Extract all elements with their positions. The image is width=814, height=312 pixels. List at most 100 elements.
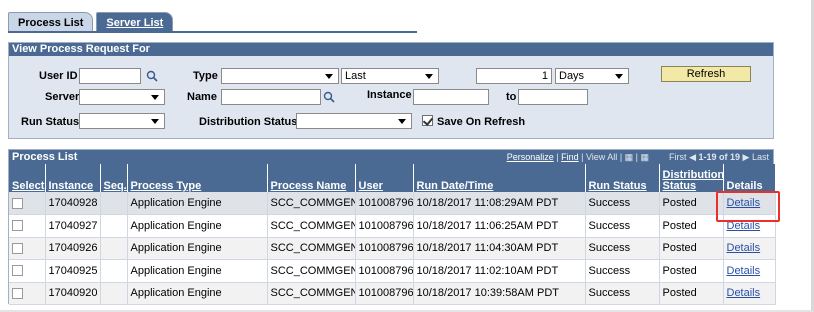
table-row: 17040925 Application Engine SCC_COMMGEN … xyxy=(9,259,776,283)
last-select[interactable]: Last xyxy=(341,68,439,84)
row-seq xyxy=(100,214,128,238)
row-run-status: Success xyxy=(585,259,660,283)
type-label: Type xyxy=(193,70,218,82)
col-distribution-status[interactable]: Distribution Status xyxy=(659,164,724,192)
row-process-name: SCC_COMMGEN xyxy=(267,259,356,283)
instance-from-input[interactable] xyxy=(413,89,489,105)
chevron-down-icon xyxy=(425,74,433,79)
row-user: 101008796 xyxy=(355,237,414,260)
row-process-type: Application Engine xyxy=(127,259,268,283)
col-process-type[interactable]: Process Type xyxy=(127,164,268,192)
row-run-status: Success xyxy=(585,237,660,260)
type-select[interactable] xyxy=(221,68,339,84)
panel-title: View Process Request For xyxy=(9,43,773,56)
row-user: 101008796 xyxy=(355,259,414,283)
process-list-grid: Process List Personalize | Find | View A… xyxy=(8,149,776,305)
instance-to-input[interactable] xyxy=(518,89,588,105)
row-instance: 17040928 xyxy=(45,192,101,215)
last-count-input[interactable]: 1 xyxy=(476,68,552,84)
details-link[interactable]: Details xyxy=(727,242,761,254)
col-user[interactable]: User xyxy=(355,164,414,192)
save-on-refresh-label: Save On Refresh xyxy=(437,116,526,128)
row-instance: 17040920 xyxy=(45,282,101,305)
server-select[interactable] xyxy=(79,89,165,105)
row-process-type: Application Engine xyxy=(127,237,268,260)
next-icon[interactable]: ▶ xyxy=(743,152,750,162)
col-process-name[interactable]: Process Name xyxy=(267,164,356,192)
chevron-down-icon xyxy=(151,119,159,124)
last-value: Last xyxy=(345,70,366,82)
name-label: Name xyxy=(187,91,217,103)
row-run-datetime: 10/18/2017 11:02:10AM PDT xyxy=(413,259,586,283)
row-select-checkbox[interactable] xyxy=(12,220,23,232)
chevron-down-icon xyxy=(151,95,159,100)
row-user: 101008796 xyxy=(355,192,414,215)
name-input[interactable] xyxy=(221,89,321,105)
row-select-checkbox[interactable] xyxy=(12,287,23,299)
row-select-checkbox[interactable] xyxy=(12,265,23,277)
row-distribution-status: Posted xyxy=(659,259,724,283)
row-instance: 17040926 xyxy=(45,237,101,260)
row-range: 1-19 of 19 xyxy=(698,152,741,162)
days-value: Days xyxy=(559,70,585,82)
row-run-datetime: 10/18/2017 10:39:58AM PDT xyxy=(413,282,586,305)
tab-bar: Process List Server List xyxy=(8,12,176,32)
row-seq xyxy=(100,192,128,215)
chevron-down-icon xyxy=(615,74,623,79)
user-id-search-icon[interactable] xyxy=(146,70,158,82)
col-seq[interactable]: Seq. xyxy=(100,164,128,192)
details-link[interactable]: Details xyxy=(727,265,761,277)
row-instance: 17040925 xyxy=(45,259,101,283)
row-select-checkbox[interactable] xyxy=(12,197,23,209)
col-instance[interactable]: Instance xyxy=(45,164,101,192)
row-run-datetime: 10/18/2017 11:04:30AM PDT xyxy=(413,237,586,260)
table-row: 17040927 Application Engine SCC_COMMGEN … xyxy=(9,214,776,238)
row-process-type: Application Engine xyxy=(127,192,268,215)
row-distribution-status: Posted xyxy=(659,192,724,215)
row-process-name: SCC_COMMGEN xyxy=(267,192,356,215)
grid-header: Process List Personalize | Find | View A… xyxy=(9,150,773,164)
row-process-name: SCC_COMMGEN xyxy=(267,282,356,305)
tab-process-list[interactable]: Process List xyxy=(8,12,94,32)
row-distribution-status: Posted xyxy=(659,237,724,260)
row-user: 101008796 xyxy=(355,282,414,305)
tab-server-list[interactable]: Server List xyxy=(96,12,174,32)
first-link[interactable]: First xyxy=(669,152,687,162)
row-process-type: Application Engine xyxy=(127,282,268,305)
row-user: 101008796 xyxy=(355,214,414,238)
details-link[interactable]: Details xyxy=(727,287,761,299)
view-all-link[interactable]: View All xyxy=(586,152,617,162)
row-run-status: Success xyxy=(585,282,660,305)
row-process-name: SCC_COMMGEN xyxy=(267,214,356,238)
spreadsheet-icon[interactable]: ▦ xyxy=(641,152,650,162)
chevron-down-icon xyxy=(325,74,333,79)
last-link[interactable]: Last xyxy=(752,152,769,162)
row-run-status: Success xyxy=(585,192,660,215)
run-status-select[interactable] xyxy=(79,113,165,129)
name-search-icon[interactable] xyxy=(323,91,335,103)
distribution-status-select[interactable] xyxy=(296,113,412,129)
col-run-datetime[interactable]: Run Date/Time xyxy=(413,164,586,192)
download-icon[interactable]: ▦ xyxy=(625,152,634,162)
user-id-input[interactable] xyxy=(79,68,141,84)
save-on-refresh-checkbox[interactable] xyxy=(422,115,433,126)
distribution-status-label: Distribution Status xyxy=(199,116,298,128)
refresh-button[interactable]: Refresh xyxy=(661,66,751,82)
page-frame: Process List Server List View Process Re… xyxy=(0,0,814,312)
row-select-checkbox[interactable] xyxy=(12,242,23,254)
col-details: Details xyxy=(723,164,776,192)
col-select[interactable]: Select xyxy=(9,164,46,192)
row-distribution-status: Posted xyxy=(659,282,724,305)
days-select[interactable]: Days xyxy=(555,68,629,84)
previous-icon[interactable]: ◀ xyxy=(689,152,696,162)
col-run-status[interactable]: Run Status xyxy=(585,164,660,192)
row-distribution-status: Posted xyxy=(659,214,724,238)
to-label: to xyxy=(506,91,517,103)
process-table: Select Instance Seq. Process Type Proces… xyxy=(9,164,776,305)
personalize-link[interactable]: Personalize xyxy=(507,152,554,162)
row-process-type: Application Engine xyxy=(127,214,268,238)
table-row: 17040928 Application Engine SCC_COMMGEN … xyxy=(9,192,776,215)
find-link[interactable]: Find xyxy=(561,152,579,162)
row-seq xyxy=(100,259,128,283)
row-process-name: SCC_COMMGEN xyxy=(267,237,356,260)
